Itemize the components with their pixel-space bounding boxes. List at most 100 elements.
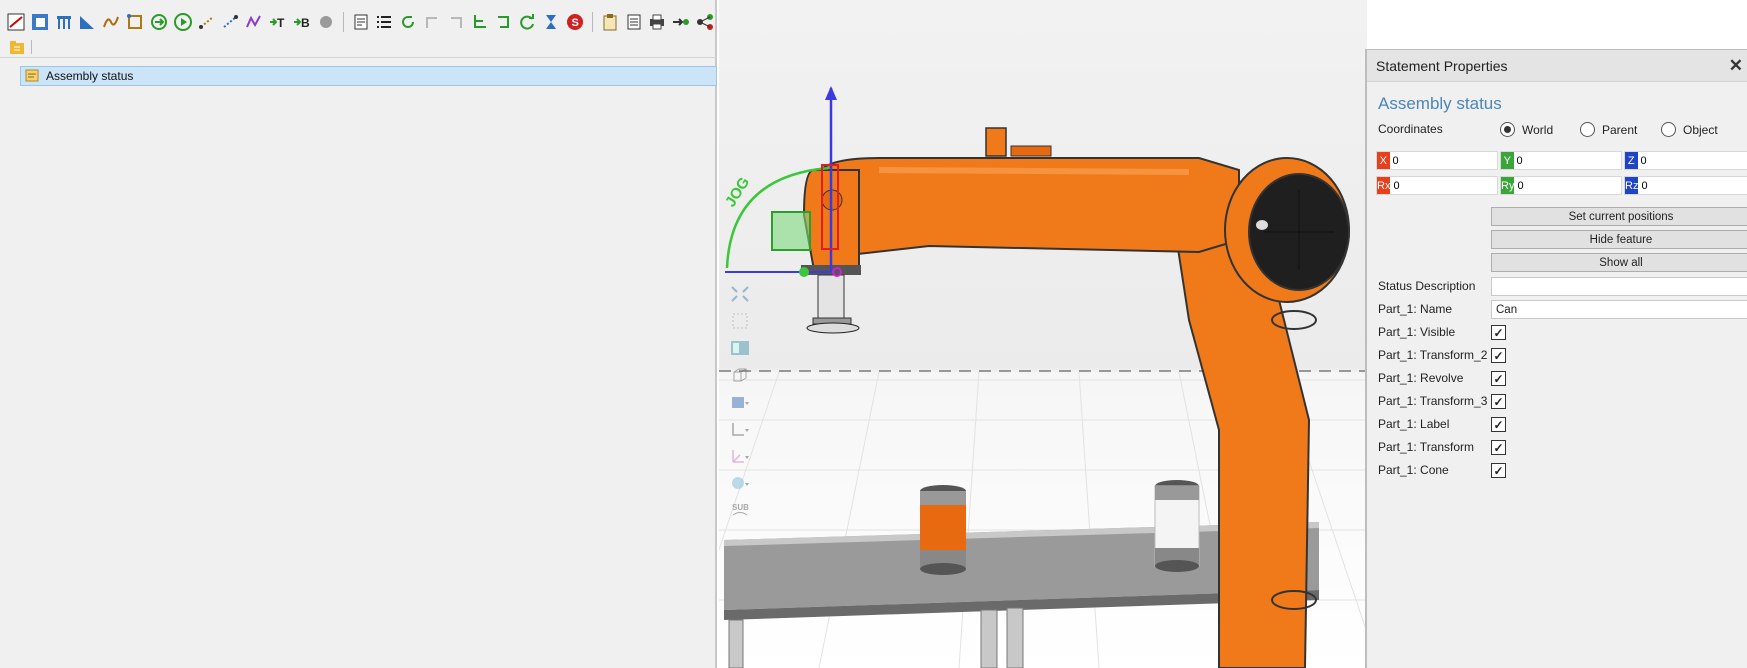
3d-viewport[interactable]: JOG SUB: [719, 0, 1367, 668]
svg-text:S: S: [571, 17, 578, 29]
coord-x-input[interactable]: [1389, 152, 1497, 169]
radio-world-dot[interactable]: [1500, 122, 1515, 137]
panel-title: Statement Properties: [1376, 57, 1508, 74]
coord-ry-field[interactable]: Ry: [1500, 176, 1622, 195]
part-visible-label: Part_1: Visible: [1378, 325, 1456, 339]
disabled-icon-2: [444, 10, 468, 34]
subprogram-icon[interactable]: [28, 10, 52, 34]
statement-properties-panel: Statement Properties ✕ Assembly status C…: [1365, 49, 1747, 668]
svg-text:T: T: [277, 16, 285, 30]
line-motion-icon[interactable]: [195, 10, 219, 34]
hourglass-icon[interactable]: [539, 10, 563, 34]
coord-rx-input[interactable]: [1390, 177, 1497, 194]
box-select-icon[interactable]: [728, 364, 752, 386]
pallet-icon[interactable]: [52, 10, 76, 34]
toolbar-separator: [31, 39, 32, 54]
return-icon[interactable]: [492, 10, 516, 34]
signal-icon[interactable]: S: [563, 10, 587, 34]
coord-rz-input[interactable]: [1638, 177, 1747, 194]
measure-icon[interactable]: [75, 10, 99, 34]
part-cone-label: Part_1: Cone: [1378, 463, 1449, 477]
fill-view-icon[interactable]: [728, 283, 752, 305]
part-cone-checkbox[interactable]: ✓: [1491, 463, 1506, 478]
coord-z-input[interactable]: [1637, 152, 1747, 169]
coord-y-field[interactable]: Y: [1500, 151, 1622, 170]
connect-icon[interactable]: [669, 10, 693, 34]
disabled-icon-1: [420, 10, 444, 34]
program-icon[interactable]: [4, 10, 28, 34]
split-view-icon[interactable]: [728, 337, 752, 359]
part-transform-label: Part_1: Transform: [1378, 440, 1475, 454]
part-label-checkbox[interactable]: ✓: [1491, 417, 1506, 432]
statement-name: Assembly status: [1378, 94, 1502, 113]
panel-header: Statement Properties ✕: [1367, 50, 1747, 82]
branch-icon[interactable]: [468, 10, 492, 34]
assembly-status-icon: [25, 68, 39, 85]
statement-folder-icon[interactable]: [5, 35, 29, 59]
run-icon[interactable]: [171, 10, 195, 34]
frame-icon[interactable]: [123, 10, 147, 34]
material-icon[interactable]: [728, 472, 752, 494]
stop-icon[interactable]: [314, 10, 338, 34]
call-icon[interactable]: [147, 10, 171, 34]
viewport-toolbar: SUB: [725, 283, 755, 521]
list-icon[interactable]: [372, 10, 396, 34]
close-icon[interactable]: ✕: [1729, 57, 1743, 74]
part-transform-checkbox[interactable]: ✓: [1491, 440, 1506, 455]
status-description-field[interactable]: [1491, 277, 1747, 296]
break-icon[interactable]: B: [290, 10, 314, 34]
curve-motion-icon[interactable]: [242, 10, 266, 34]
part-visible-checkbox[interactable]: ✓: [1491, 325, 1506, 340]
radio-parent[interactable]: Parent: [1580, 122, 1637, 137]
fit-selection-icon[interactable]: [728, 310, 752, 332]
part-transform-3-label: Part_1: Transform_3: [1378, 394, 1488, 408]
toolbar-separator: [591, 12, 593, 32]
snap-icon[interactable]: [728, 418, 752, 440]
coord-z-field[interactable]: Z: [1624, 151, 1747, 170]
tree-item-label: Assembly status: [46, 69, 134, 83]
radio-object-dot[interactable]: [1661, 122, 1676, 137]
refresh-icon[interactable]: [515, 10, 539, 34]
status-description-label: Status Description: [1378, 279, 1476, 293]
render-mode-icon[interactable]: [728, 391, 752, 413]
part-name-field[interactable]: Can: [1491, 300, 1747, 319]
statement-icon[interactable]: [349, 10, 373, 34]
radio-world[interactable]: World: [1500, 122, 1553, 137]
coord-y-input[interactable]: [1513, 152, 1621, 169]
radio-parent-dot[interactable]: [1580, 122, 1595, 137]
svg-text:B: B: [301, 16, 310, 30]
clipboard-icon[interactable]: [598, 10, 622, 34]
show-all-button[interactable]: Show all: [1491, 253, 1747, 272]
tree-item-assembly-status[interactable]: Assembly status: [20, 66, 717, 86]
part-revolve-label: Part_1: Revolve: [1378, 371, 1464, 385]
can-white: [1154, 480, 1200, 572]
print-icon[interactable]: [646, 10, 670, 34]
sub-icon[interactable]: SUB: [728, 499, 752, 521]
part-label-label: Part_1: Label: [1378, 417, 1450, 431]
document-icon[interactable]: [622, 10, 646, 34]
coord-rz-field[interactable]: Rz: [1624, 176, 1747, 195]
can-orange: [920, 485, 966, 575]
coord-x-field[interactable]: X: [1376, 151, 1498, 170]
coordinates-label: Coordinates: [1378, 122, 1443, 136]
part-transform-2-label: Part_1: Transform_2: [1378, 348, 1488, 362]
secondary-toolbar: [0, 36, 717, 58]
set-current-positions-button[interactable]: Set current positions: [1491, 207, 1747, 226]
robot-scene[interactable]: JOG: [719, 0, 1367, 668]
hide-feature-button[interactable]: Hide feature: [1491, 230, 1747, 249]
network-icon[interactable]: [693, 10, 717, 34]
svg-text:SUB: SUB: [732, 503, 749, 512]
part-transform-3-checkbox[interactable]: ✓: [1491, 394, 1506, 409]
program-editor-pane: T B S Assembly status: [0, 0, 717, 668]
joint-motion-icon[interactable]: [218, 10, 242, 34]
radio-object[interactable]: Object: [1661, 122, 1718, 137]
part-name-label: Part_1: Name: [1378, 302, 1453, 316]
path-icon[interactable]: [99, 10, 123, 34]
loop-icon[interactable]: [396, 10, 420, 34]
part-transform-2-checkbox[interactable]: ✓: [1491, 348, 1506, 363]
coordinate-system-icon[interactable]: [728, 445, 752, 467]
coord-rx-field[interactable]: Rx: [1376, 176, 1498, 195]
text-motion-icon[interactable]: T: [266, 10, 290, 34]
part-revolve-checkbox[interactable]: ✓: [1491, 371, 1506, 386]
coord-ry-input[interactable]: [1514, 177, 1621, 194]
